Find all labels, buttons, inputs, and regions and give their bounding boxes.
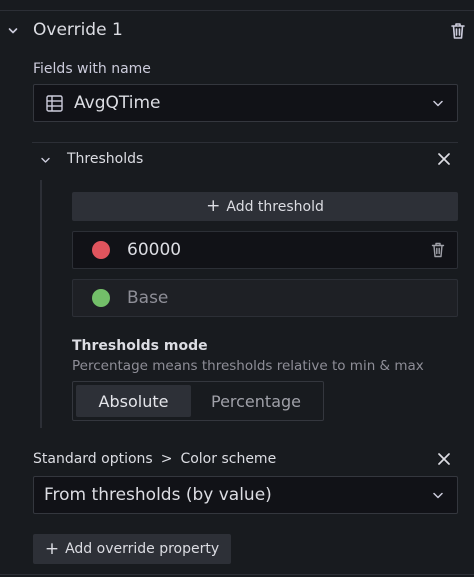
chevron-down-icon[interactable] — [8, 26, 18, 36]
plus-icon: + — [206, 196, 221, 216]
color-scheme-property-title: Standard options > Color scheme — [33, 451, 276, 467]
thresholds-title[interactable]: Thresholds — [67, 151, 143, 167]
override-title[interactable]: Override 1 — [33, 20, 123, 40]
trash-icon[interactable] — [450, 22, 466, 40]
close-icon[interactable] — [438, 153, 450, 165]
add-threshold-button[interactable]: + Add threshold — [72, 192, 458, 221]
threshold-color-dot[interactable] — [92, 289, 110, 307]
threshold-row-base: Base — [72, 279, 458, 317]
color-scheme-select[interactable]: From thresholds (by value) — [33, 476, 458, 514]
property-name: Color scheme — [180, 451, 277, 467]
add-threshold-label: Add threshold — [226, 198, 324, 215]
breadcrumb-separator: > — [160, 451, 173, 467]
add-override-property-button[interactable]: + Add override property — [33, 534, 231, 564]
chevron-down-icon[interactable] — [41, 157, 50, 164]
threshold-base-value: Base — [127, 288, 169, 308]
chevron-down-icon — [433, 492, 443, 499]
field-name-value: AvgQTime — [74, 93, 161, 113]
threshold-row: 60000 — [72, 231, 458, 269]
color-scheme-value: From thresholds (by value) — [44, 485, 272, 505]
thresholds-mode-label: Thresholds mode — [72, 338, 208, 354]
thresholds-indent-line — [40, 180, 42, 428]
trash-icon[interactable] — [431, 242, 445, 258]
matcher-label: Fields with name — [33, 61, 151, 77]
add-override-property-label: Add override property — [65, 541, 220, 557]
plus-icon: + — [44, 538, 60, 559]
field-grid-icon — [46, 95, 63, 112]
threshold-color-dot[interactable] — [92, 241, 110, 259]
close-icon[interactable] — [438, 453, 450, 465]
property-divider — [32, 142, 458, 143]
thresholds-mode-radio-group: Absolute Percentage — [72, 381, 324, 421]
thresholds-mode-description: Percentage means thresholds relative to … — [72, 358, 424, 374]
threshold-value-input[interactable]: 60000 — [127, 240, 181, 260]
chevron-down-icon — [433, 100, 443, 107]
property-category: Standard options — [33, 451, 153, 467]
field-name-select[interactable]: AvgQTime — [33, 84, 458, 122]
section-divider-bottom — [0, 574, 474, 575]
section-divider-top — [0, 10, 474, 11]
mode-option-percentage[interactable]: Percentage — [191, 385, 321, 417]
mode-option-absolute[interactable]: Absolute — [76, 385, 191, 417]
